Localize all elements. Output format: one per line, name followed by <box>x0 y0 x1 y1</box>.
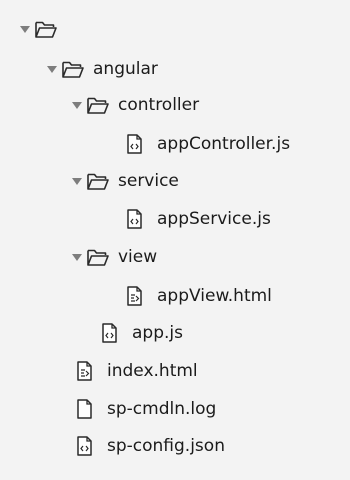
code-file-icon <box>75 433 101 459</box>
blank-file-icon <box>75 396 101 422</box>
expand-toggle[interactable] <box>68 86 86 124</box>
html-file-icon <box>75 358 101 384</box>
node-label: appController.js <box>157 134 291 154</box>
tree-node-app-js[interactable]: app.js <box>100 314 183 352</box>
code-file-icon <box>125 131 151 157</box>
tree-node-root[interactable] <box>16 10 66 48</box>
node-label: service <box>118 171 179 191</box>
node-label: appService.js <box>157 209 271 229</box>
tree-node-sp-cmdln[interactable]: sp-cmdln.log <box>75 390 216 428</box>
tree-node-sp-config[interactable]: sp-config.json <box>75 427 225 465</box>
tree-node-app-view[interactable]: appView.html <box>125 277 272 315</box>
node-label: angular <box>93 59 158 79</box>
tree-node-index-html[interactable]: index.html <box>75 352 198 390</box>
node-label: sp-cmdln.log <box>107 399 217 419</box>
node-label: sp-config.json <box>107 436 225 456</box>
tree-node-controller[interactable]: controller <box>68 86 199 124</box>
folder-open-icon <box>61 56 87 82</box>
caret-down-icon <box>72 178 82 185</box>
tree-node-angular[interactable]: angular <box>43 50 158 88</box>
tree-node-view[interactable]: view <box>68 238 157 276</box>
node-label: controller <box>118 95 200 115</box>
caret-down-icon <box>72 254 82 261</box>
folder-open-icon <box>86 168 112 194</box>
tree-node-app-controller[interactable]: appController.js <box>125 125 290 163</box>
folder-open-icon <box>34 16 60 42</box>
node-label: view <box>118 247 158 267</box>
expand-toggle[interactable] <box>68 238 86 276</box>
caret-down-icon <box>47 66 57 73</box>
code-file-icon <box>100 320 126 346</box>
code-file-icon <box>125 206 151 232</box>
node-label: appView.html <box>157 286 272 306</box>
html-file-icon <box>125 283 151 309</box>
folder-open-icon <box>86 92 112 118</box>
caret-down-icon <box>20 26 30 33</box>
folder-open-icon <box>86 244 112 270</box>
tree-node-app-service[interactable]: appService.js <box>125 200 271 238</box>
node-label: app.js <box>132 323 183 343</box>
expand-toggle[interactable] <box>16 10 34 48</box>
caret-down-icon <box>72 102 82 109</box>
expand-toggle[interactable] <box>68 162 86 200</box>
node-label: index.html <box>107 361 198 381</box>
expand-toggle[interactable] <box>43 50 61 88</box>
file-tree: angular controller appController.js serv… <box>0 0 350 480</box>
tree-node-service[interactable]: service <box>68 162 179 200</box>
